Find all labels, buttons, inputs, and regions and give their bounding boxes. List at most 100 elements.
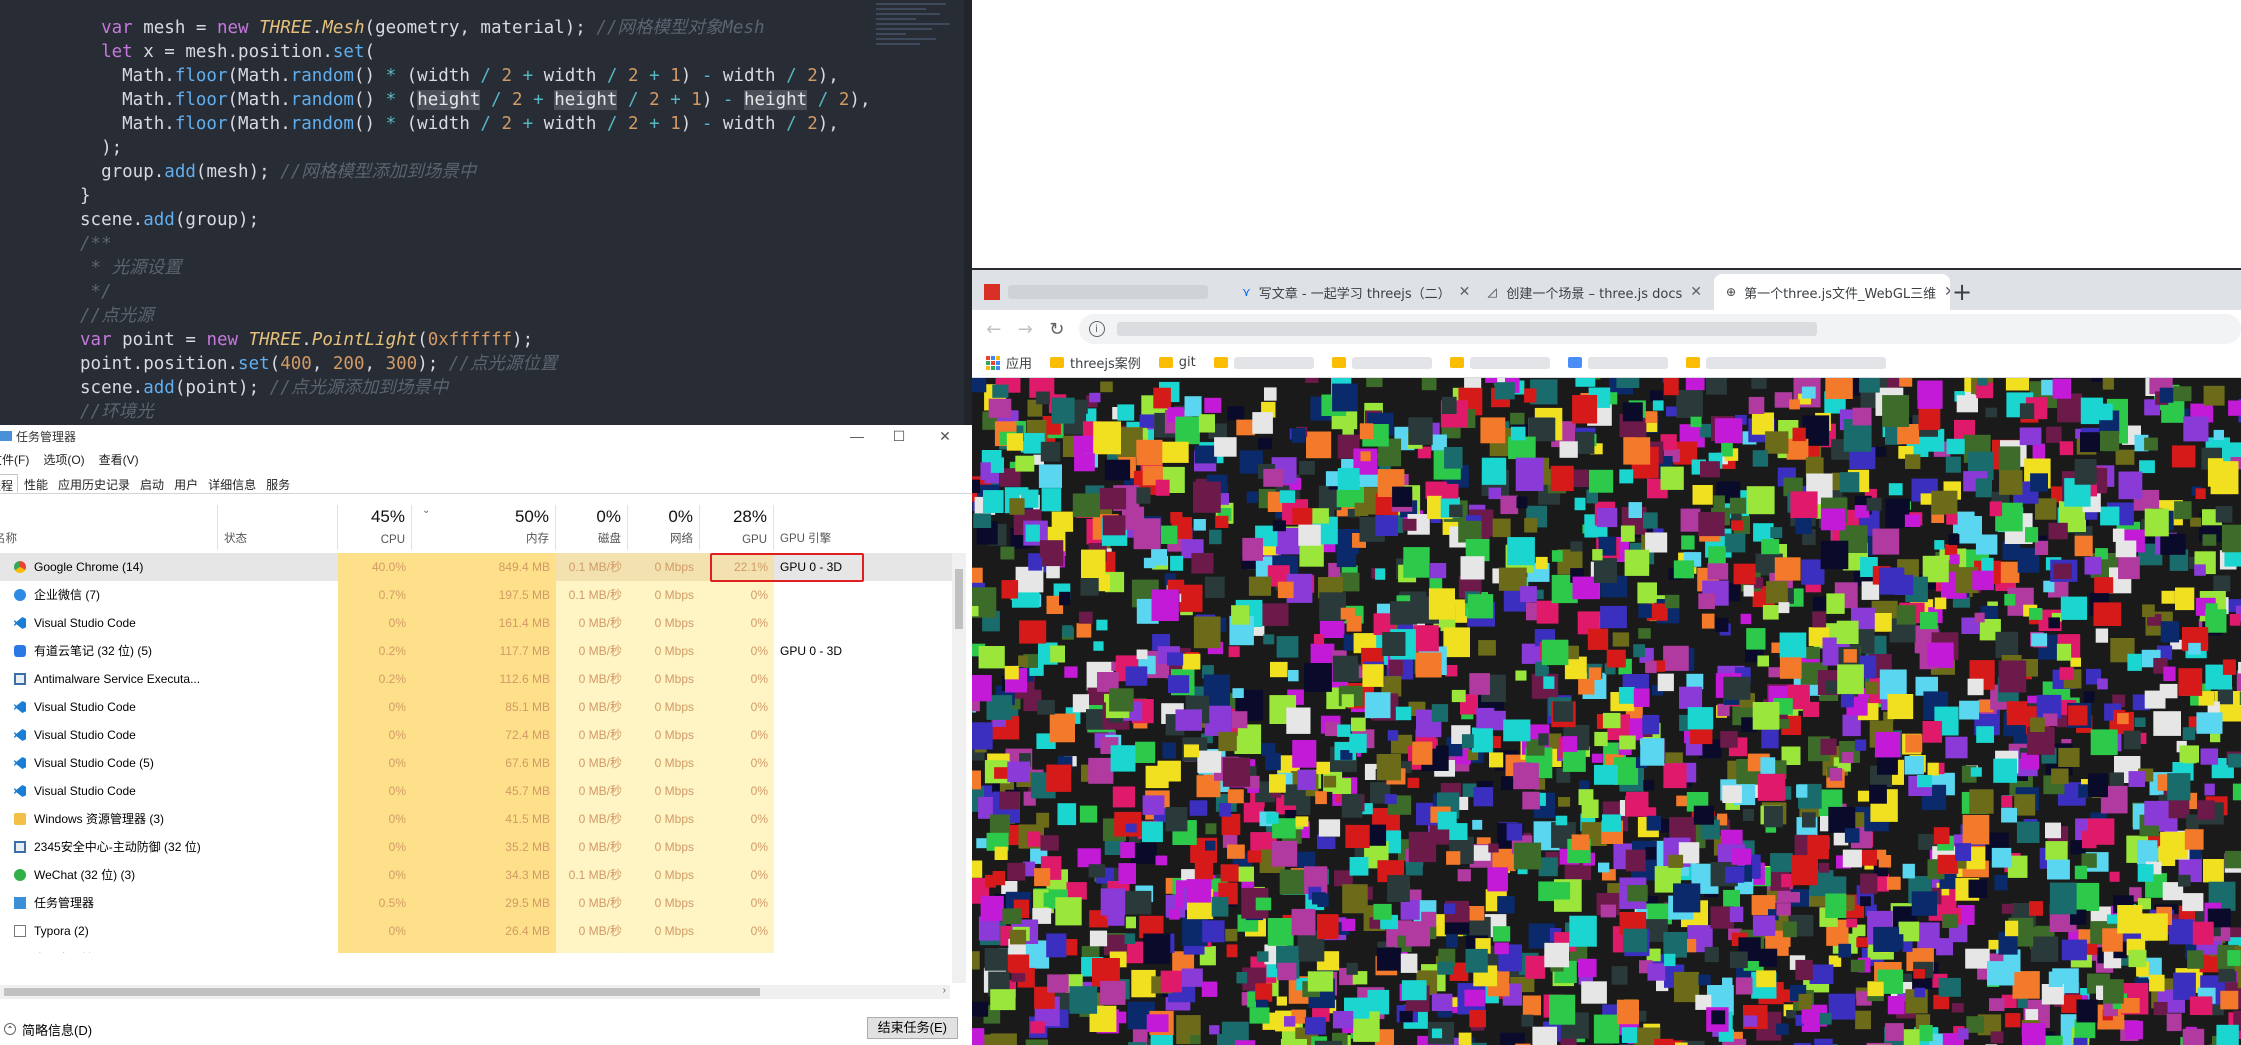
cube: [1559, 441, 1578, 458]
column-gpu[interactable]: 28% GPU: [700, 505, 774, 550]
code-line[interactable]: }: [80, 184, 870, 208]
webgl-canvas[interactable]: [972, 378, 2241, 1045]
table-row[interactable]: Visual Studio Code 0% 85.1 MB 0 MB/秒 0 Mbps 0…: [0, 693, 960, 721]
scrollbar-thumb[interactable]: [955, 569, 963, 629]
code-token: width: [533, 66, 607, 86]
bookmark-git[interactable]: git: [1158, 355, 1196, 370]
tab-active[interactable]: ⊕ 第一个three.js文件_WebGL三维 ✕: [1714, 274, 1950, 310]
code-line[interactable]: var mesh = new THREE.Mesh(geometry, mate…: [80, 16, 870, 40]
table-row[interactable]: Windows 资源管理器 (3) 0% 41.5 MB 0 MB/秒 0 Mbps 0%: [0, 805, 960, 833]
column-name[interactable]: 名称: [0, 505, 218, 550]
code-line[interactable]: */: [80, 280, 870, 304]
table-row[interactable]: Typora (2) 0% 26.4 MB 0 MB/秒 0 Mbps 0%: [0, 917, 960, 945]
cube: [2190, 517, 2202, 527]
column-gpu-engine[interactable]: GPU 引擎: [774, 505, 952, 550]
code-line[interactable]: let x = mesh.position.set(: [80, 40, 870, 64]
column-status[interactable]: 状态: [218, 505, 338, 550]
code-line[interactable]: scene.add(group);: [80, 208, 870, 232]
code-token: (width: [396, 114, 481, 134]
table-row[interactable]: 2345安全中心-主动防御 (32 位) 0% 35.2 MB 0 MB/秒 0 Mbp…: [0, 833, 960, 861]
table-row[interactable]: Antimalware Service Executa... 0.2% 112.6 …: [0, 665, 960, 693]
code-line[interactable]: Math.floor(Math.random() * (width / 2 + …: [80, 64, 870, 88]
tab-threejs-docs[interactable]: ◿ 创建一个场景 – three.js docs ✕: [1474, 274, 1714, 310]
column-disk[interactable]: 0% 磁盘: [556, 505, 628, 550]
code-line[interactable]: var point = new THREE.PointLight(0xfffff…: [80, 328, 870, 352]
minimize-icon[interactable]: —: [842, 425, 872, 447]
scroll-right-arrow-icon[interactable]: ›: [943, 985, 946, 996]
close-icon[interactable]: ✕: [1936, 284, 1950, 300]
process-net: 0 Mbps: [628, 553, 700, 581]
code-line[interactable]: * 光源设置: [80, 256, 870, 280]
table-row[interactable]: 任务管理器 0.5% 29.5 MB 0 MB/秒 0 Mbps 0%: [0, 889, 960, 917]
new-tab-button[interactable]: +: [1952, 278, 1972, 306]
bookmark-apps[interactable]: 应用: [986, 353, 1032, 372]
column-network[interactable]: 0% 网络: [628, 505, 700, 550]
table-row[interactable]: 有道云笔记 (32 位) (5) 0.2% 117.7 MB 0 MB/秒 0 Mbps…: [0, 637, 960, 665]
info-icon[interactable]: i: [1088, 321, 1105, 337]
table-row[interactable]: Visual Studio Code 0% 161.4 MB 0 MB/秒 0 Mbps…: [0, 609, 960, 637]
table-row[interactable]: 桌面窗口管理器 1.2%23.4 MB0 MB/秒0 Mbps5.6% GPU 0 …: [0, 945, 960, 953]
editor-minimap[interactable]: [872, 0, 962, 80]
process-cpu: 0%: [338, 749, 412, 777]
code-line[interactable]: group.add(mesh); //网格模型添加到场景中: [80, 160, 870, 184]
code-line[interactable]: /**: [80, 232, 870, 256]
cube: [1205, 576, 1225, 598]
tab-processes[interactable]: 进程: [0, 474, 19, 493]
cube: [1579, 780, 1590, 790]
bookmark-blurred[interactable]: [1685, 356, 1886, 369]
table-row[interactable]: WeChat (32 位) (3) 0% 34.3 MB 0.1 MB/秒 0 Mbps…: [0, 861, 960, 889]
end-task-button[interactable]: 结束任务(E): [866, 1017, 958, 1039]
cube: [1733, 563, 1756, 585]
tab-app-history[interactable]: 应用历史记录: [54, 474, 134, 493]
code-line[interactable]: point.position.set(400, 200, 300); //点光源…: [80, 352, 870, 376]
code-editor[interactable]: var mesh = new THREE.Mesh(geometry, mate…: [0, 0, 972, 425]
bookmark-blurred[interactable]: [1331, 356, 1432, 369]
horizontal-scrollbar[interactable]: ›: [0, 985, 950, 999]
table-row[interactable]: Visual Studio Code 0% 45.7 MB 0 MB/秒 0 Mbps 0…: [0, 777, 960, 805]
code-line[interactable]: scene.add(point); //点光源添加到场景中: [80, 376, 870, 400]
table-row[interactable]: Visual Studio Code 0% 72.4 MB 0 MB/秒 0 Mbps 0…: [0, 721, 960, 749]
bookmark-blurred[interactable]: [1449, 356, 1550, 369]
cube: [1096, 619, 1108, 631]
cube: [2045, 822, 2061, 839]
column-cpu[interactable]: 45% CPU: [338, 505, 412, 550]
bookmark-blurred[interactable]: [1213, 356, 1314, 369]
menu-options[interactable]: 选项(O): [43, 451, 84, 469]
table-row[interactable]: 企业微信 (7) 0.7% 197.5 MB 0.1 MB/秒 0 Mbps 0%: [0, 581, 960, 609]
column-memory[interactable]: ⌄ 50% 内存: [412, 505, 556, 550]
menu-file[interactable]: 文件(F): [0, 451, 29, 469]
tab-users[interactable]: 用户: [170, 474, 202, 493]
tab-zhihu[interactable]: ⋎ 写文章 - 一起学习 threejs（二） ✕: [1230, 274, 1474, 310]
code-line[interactable]: Math.floor(Math.random() * (height / 2 +…: [80, 88, 870, 112]
tab-blurred[interactable]: [972, 274, 1230, 310]
cube: [1814, 1038, 1833, 1045]
code-line[interactable]: //环境光: [80, 400, 870, 424]
vertical-scrollbar[interactable]: [952, 553, 966, 983]
cube: [1866, 497, 1882, 511]
tab-startup[interactable]: 启动: [136, 474, 168, 493]
back-arrow-icon[interactable]: ←: [978, 313, 1010, 345]
address-bar[interactable]: i: [1078, 314, 2241, 344]
reload-icon[interactable]: ↻: [1041, 313, 1073, 345]
code-line[interactable]: Math.floor(Math.random() * (width / 2 + …: [80, 112, 870, 136]
tab-services[interactable]: 服务: [262, 474, 294, 493]
menu-view[interactable]: 查看(V): [99, 451, 139, 469]
tab-performance[interactable]: 性能: [20, 474, 52, 493]
forward-arrow-icon[interactable]: →: [1010, 313, 1042, 345]
cube: [1125, 916, 1136, 929]
tab-details[interactable]: 详细信息: [204, 474, 260, 493]
bookmark-blurred[interactable]: [1567, 356, 1668, 369]
code-line[interactable]: );: [80, 136, 870, 160]
code-lines[interactable]: var mesh = new THREE.Mesh(geometry, mate…: [80, 16, 870, 424]
maximize-icon[interactable]: ☐: [884, 425, 914, 447]
task-manager-titlebar[interactable]: 任务管理器 — ☐ ✕: [0, 425, 972, 447]
bookmark-threejs-cases[interactable]: threejs案例: [1050, 353, 1141, 372]
fewer-details-button[interactable]: ⌃ 简略信息(D): [4, 1020, 92, 1039]
code-line[interactable]: //点光源: [80, 304, 870, 328]
table-row[interactable]: Visual Studio Code (5) 0% 67.6 MB 0 MB/秒 0 M…: [0, 749, 960, 777]
close-icon[interactable]: ✕: [1451, 284, 1471, 300]
table-row[interactable]: Google Chrome (14) 40.0% 849.4 MB 0.1 MB/秒 0…: [0, 553, 960, 581]
close-icon[interactable]: ✕: [1682, 284, 1702, 300]
scrollbar-thumb[interactable]: [4, 988, 760, 996]
close-icon[interactable]: ✕: [930, 425, 960, 447]
